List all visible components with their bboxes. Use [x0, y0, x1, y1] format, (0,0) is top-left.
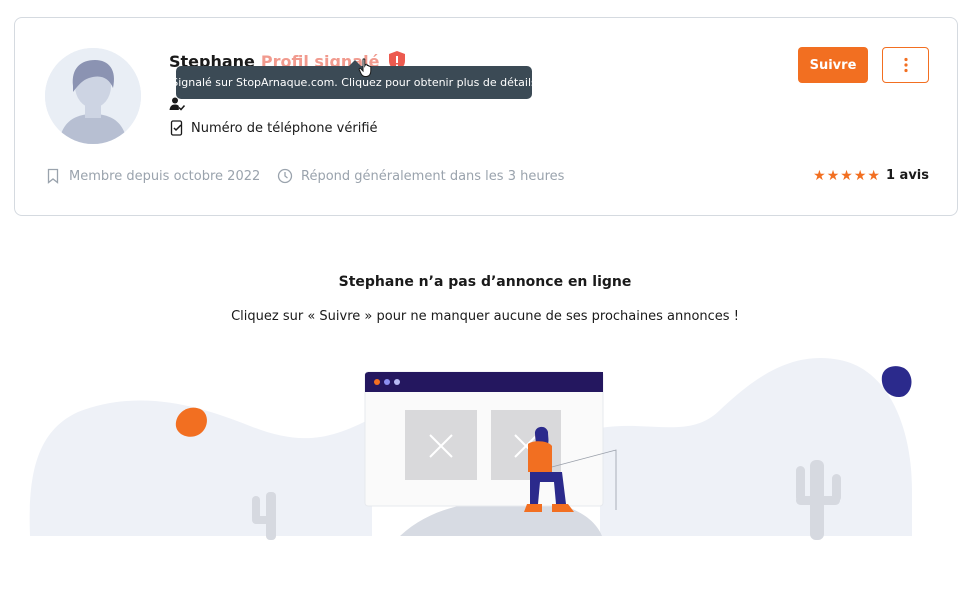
flag-tooltip: Signalé sur StopArnaque.com. Cliquez pou…: [171, 60, 537, 99]
avatar: [45, 48, 141, 144]
follow-button[interactable]: Suivre: [798, 47, 868, 83]
phone-verified-text: Numéro de téléphone vérifié: [191, 120, 378, 136]
more-options-button[interactable]: [882, 47, 929, 83]
star-icon: ★: [840, 167, 853, 184]
empty-state-title: Stephane n’a pas d’annonce en ligne: [338, 274, 632, 290]
phone-verified-row: Numéro de téléphone vérifié: [169, 120, 378, 136]
star-icon: ★: [853, 167, 867, 184]
phone-check-icon: [170, 120, 183, 136]
empty-state-illustration: [29, 358, 912, 540]
response-time-row: Répond généralement dans les 3 heures: [277, 168, 564, 184]
rating-summary[interactable]: ★ ★ ★ ★ ★ 1 avis: [813, 168, 929, 183]
bookmark-icon: [47, 168, 59, 184]
profile-card: Stephane Profil signalé Numéro de téléph…: [14, 17, 958, 216]
vertical-dots-icon: [903, 57, 908, 73]
star-icon: ★: [813, 167, 826, 184]
tooltip-text: Signalé sur StopArnaque.com. Cliquez pou…: [171, 76, 537, 89]
member-since-text: Membre depuis octobre 2022: [69, 168, 261, 184]
clock-icon: [277, 168, 293, 184]
star-icon: ★: [826, 167, 840, 184]
star-icon: ★: [867, 167, 880, 184]
member-since-row: Membre depuis octobre 2022: [45, 168, 260, 184]
hand-pointer-icon: [358, 58, 372, 77]
response-time-text: Répond généralement dans les 3 heures: [301, 168, 565, 184]
review-count[interactable]: 1 avis: [886, 168, 929, 183]
empty-state-subtitle: Cliquez sur « Suivre » pour ne manquer a…: [231, 309, 739, 324]
